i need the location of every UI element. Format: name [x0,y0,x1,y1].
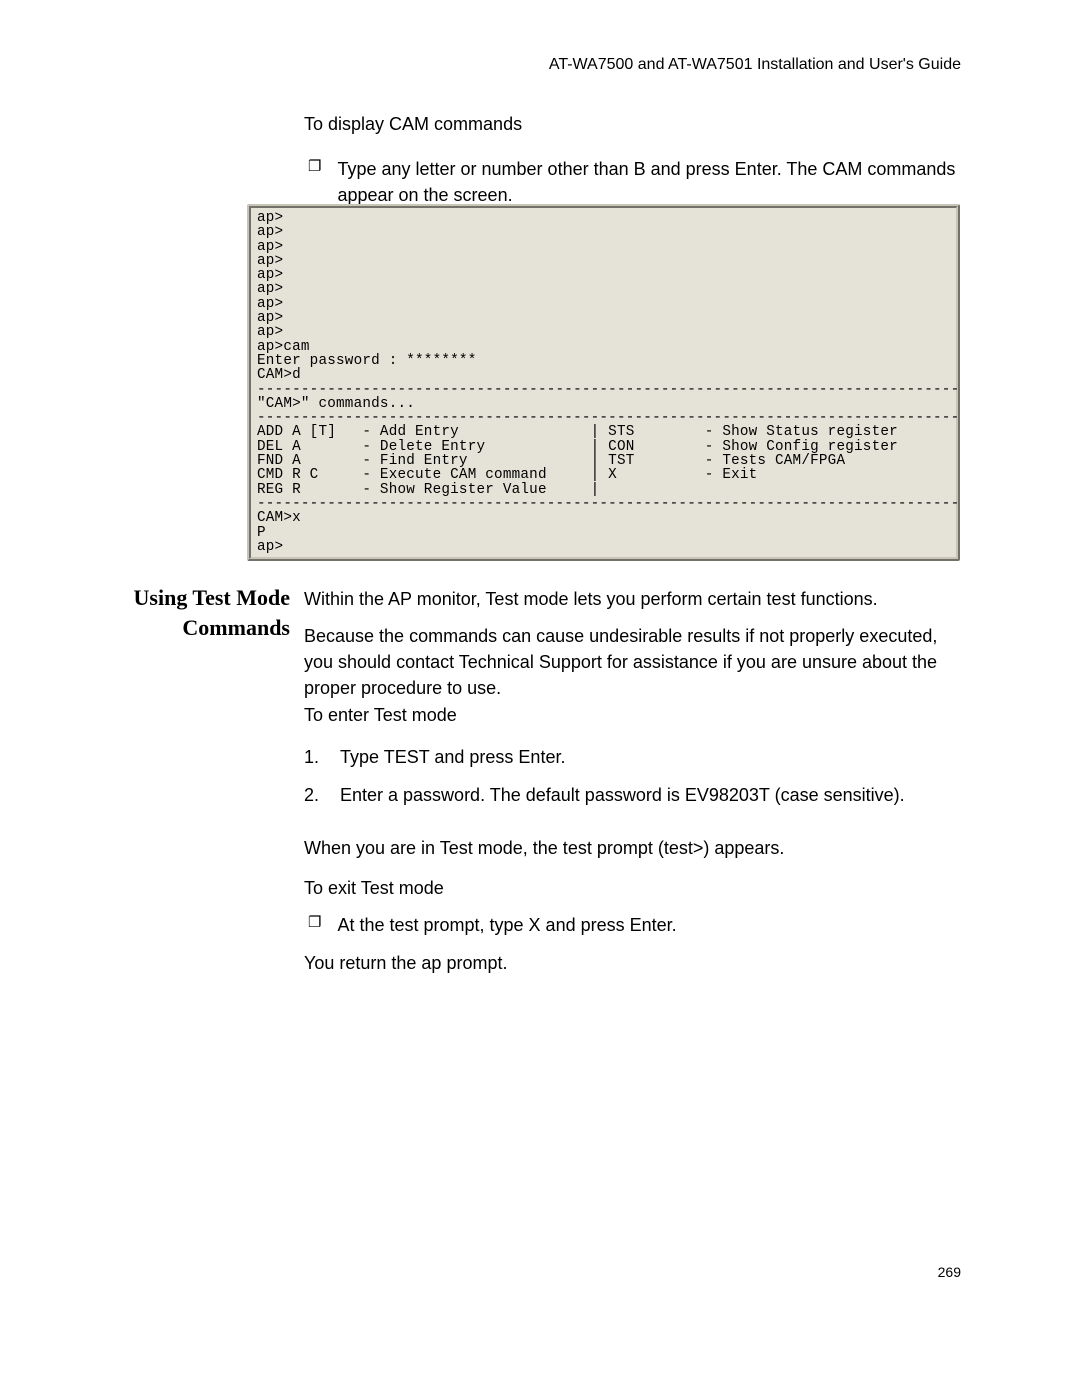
subheading-exit-test-mode: To exit Test mode [304,875,961,901]
list-item: 2. Enter a password. The default passwor… [304,782,961,808]
subheading-enter-test-mode: To enter Test mode [304,702,961,728]
paragraph: Because the commands can cause undesirab… [304,623,961,701]
paragraph: Within the AP monitor, Test mode lets yo… [304,586,961,612]
bullet-list-item: ❐ At the test prompt, type X and press E… [308,912,961,938]
bullet-text: Type any letter or number other than B a… [337,156,961,208]
list-item-text: Enter a password. The default password i… [340,782,905,808]
section-heading-display-cam: To display CAM commands [304,114,522,135]
list-item-text: Type TEST and press Enter. [340,744,565,770]
ordered-list: 1. Type TEST and press Enter. 2. Enter a… [304,744,961,820]
list-item-number: 1. [304,744,324,770]
bullet-text: At the test prompt, type X and press Ent… [337,912,676,938]
paragraph: When you are in Test mode, the test prom… [304,835,961,861]
box-bullet-icon: ❐ [308,156,321,208]
terminal-output: ap> ap> ap> ap> ap> ap> ap> ap> ap> ap>c… [247,204,960,561]
bullet-list-item: ❐ Type any letter or number other than B… [308,156,961,208]
box-bullet-icon: ❐ [308,912,321,938]
list-item: 1. Type TEST and press Enter. [304,744,961,770]
section-heading-test-mode: Using Test Mode Commands [113,583,290,642]
page-number: 269 [938,1264,961,1280]
page-header-title: AT-WA7500 and AT-WA7501 Installation and… [549,56,961,74]
list-item-number: 2. [304,782,324,808]
paragraph: You return the ap prompt. [304,950,961,976]
